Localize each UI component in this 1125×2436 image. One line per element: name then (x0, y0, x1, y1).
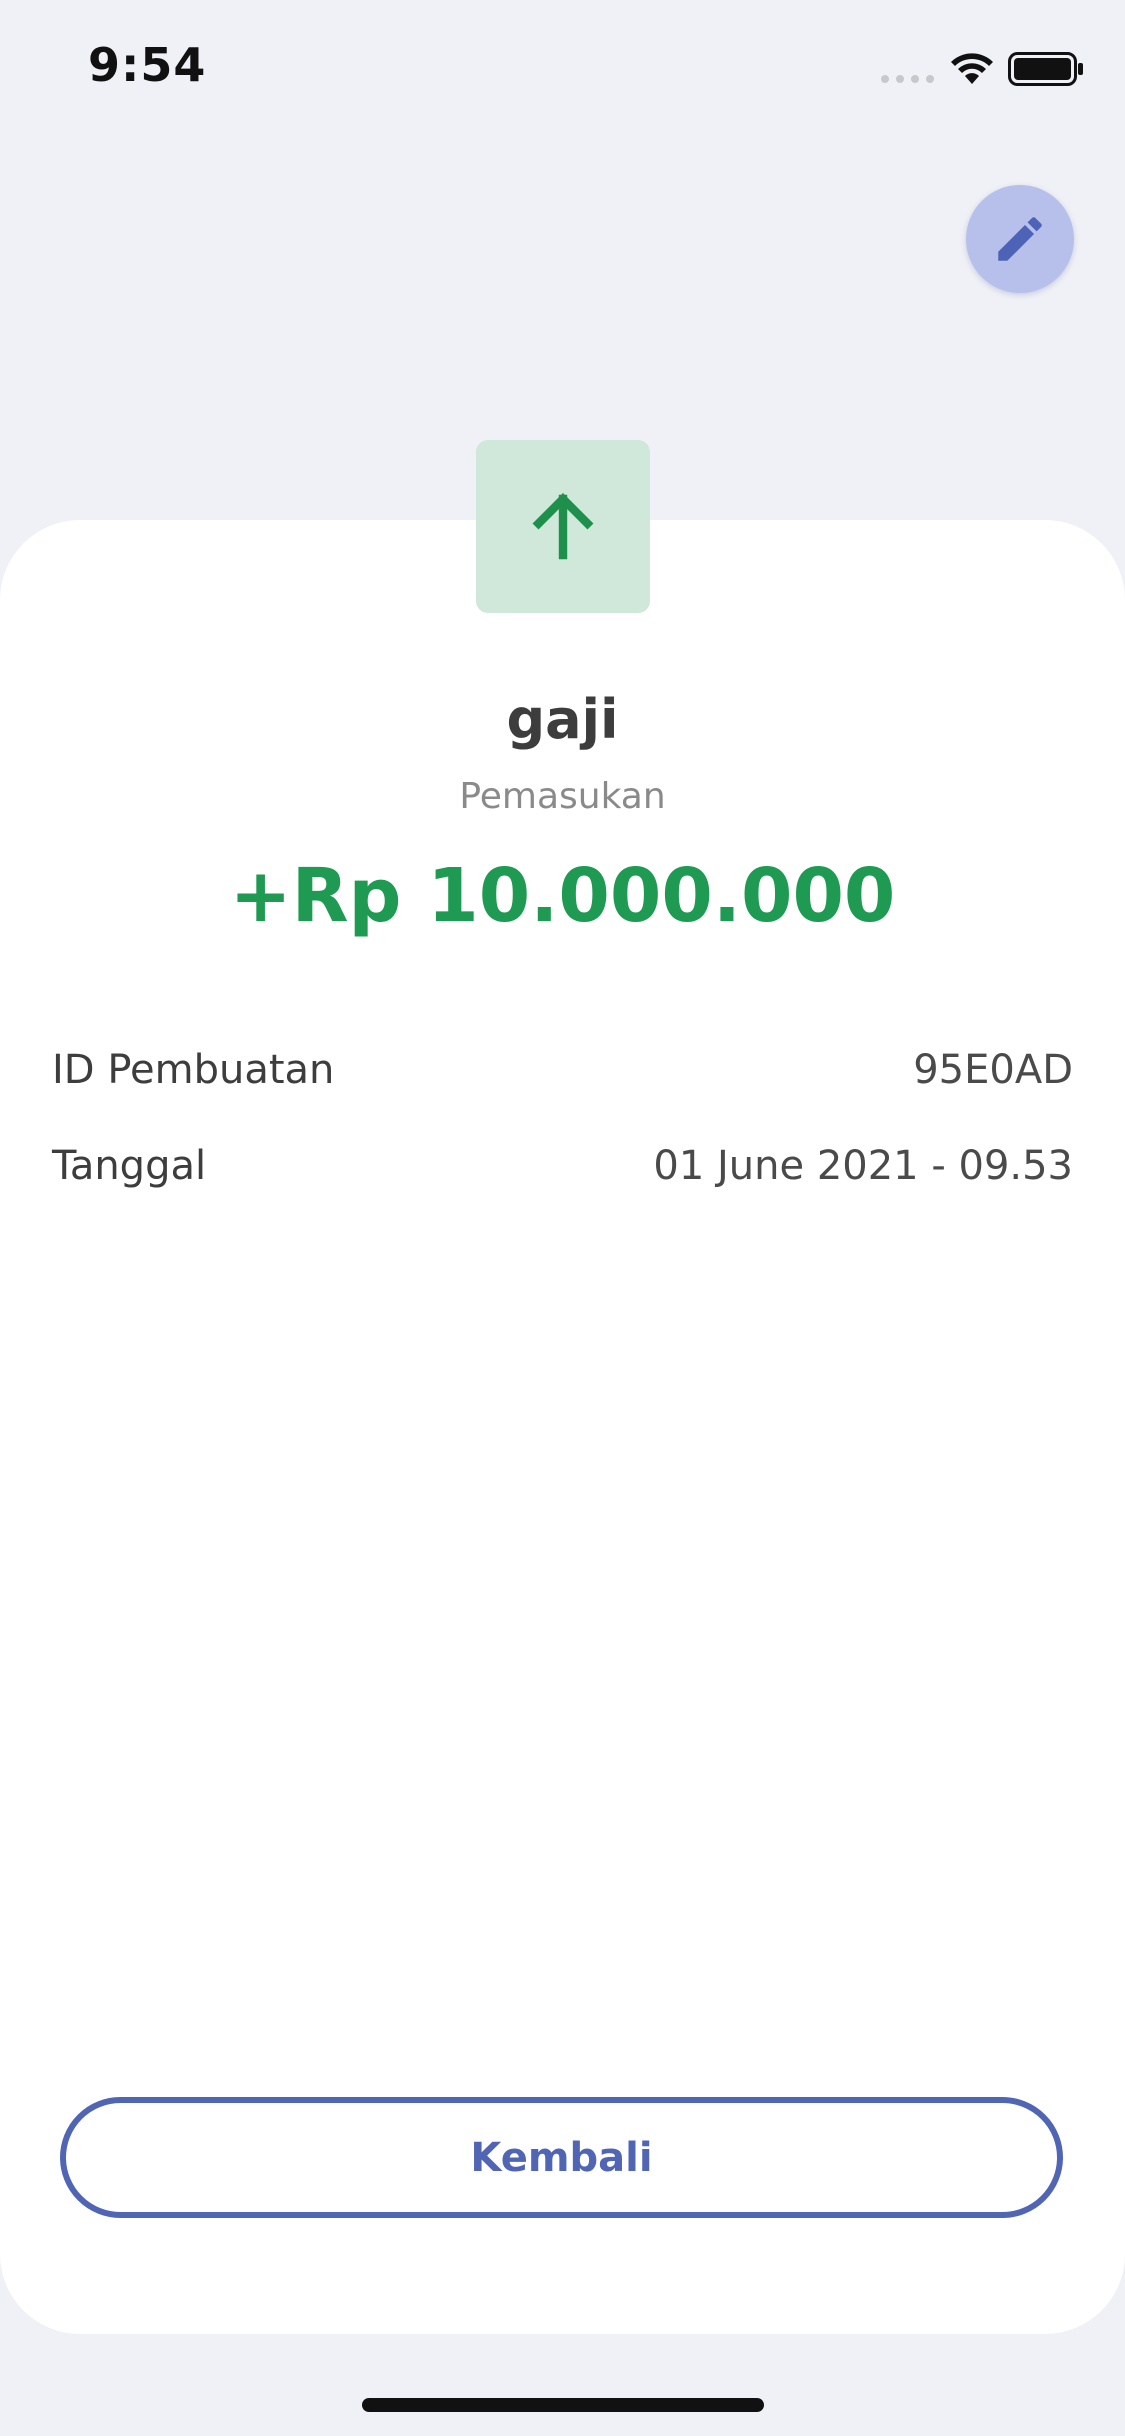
detail-label: ID Pembuatan (52, 1047, 335, 1093)
battery-icon (1008, 52, 1083, 86)
transaction-title: gaji (506, 688, 619, 751)
detail-label: Tanggal (52, 1143, 207, 1189)
detail-value: 95E0AD (913, 1047, 1073, 1093)
transaction-category: Pemasukan (459, 776, 666, 817)
back-button[interactable]: Kembali (60, 2097, 1063, 2218)
detail-value: 01 June 2021 - 09.53 (653, 1143, 1073, 1189)
pencil-icon (998, 217, 1042, 261)
wifi-icon (951, 53, 993, 84)
status-time: 9:54 (88, 38, 207, 92)
detail-row-id: ID Pembuatan 95E0AD (52, 1040, 1073, 1100)
status-bar: 9:54 (0, 0, 1125, 140)
edit-button[interactable] (966, 185, 1074, 293)
signal-icon (881, 75, 934, 83)
arrow-up-icon (532, 492, 594, 559)
transaction-amount: +Rp 10.000.000 (229, 853, 896, 939)
home-indicator (362, 2398, 764, 2412)
detail-row-date: Tanggal 01 June 2021 - 09.53 (52, 1136, 1073, 1196)
transaction-type-badge (476, 440, 650, 613)
